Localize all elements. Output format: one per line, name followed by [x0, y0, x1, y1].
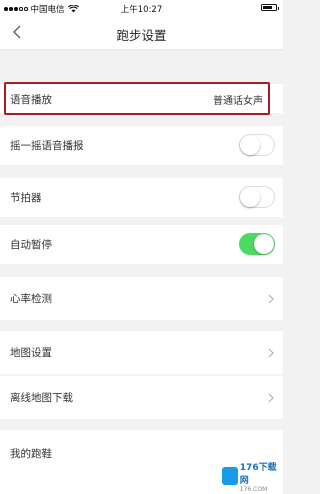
status-bar: 中国电信 上午10:27: [0, 0, 283, 16]
watermark-text-group: 176下载网 176.COM: [240, 460, 280, 493]
map-settings-row[interactable]: 地图设置: [0, 331, 283, 374]
heart-rate-label: 心率检测: [10, 293, 52, 305]
nav-bar: 跑步设置: [0, 16, 283, 50]
chevron-right-icon: [268, 294, 274, 304]
my-shoes-label: 我的跑鞋: [10, 448, 52, 460]
auto-pause-row: 自动暂停: [0, 225, 283, 264]
chevron-right-icon: [268, 348, 274, 358]
shake-voice-toggle[interactable]: [239, 134, 275, 156]
heart-rate-row[interactable]: 心率检测: [0, 277, 283, 320]
offline-map-row[interactable]: 离线地图下载: [0, 376, 283, 419]
toggle-knob: [240, 135, 260, 155]
toggle-knob: [240, 187, 260, 207]
watermark-text: 176下载网: [239, 462, 277, 486]
metronome-label: 节拍器: [10, 192, 42, 204]
chevron-right-icon: [268, 393, 274, 403]
battery-fill: [263, 6, 272, 9]
page-title: 跑步设置: [116, 28, 167, 43]
shake-voice-row: 摇一摇语音播报: [0, 126, 283, 165]
shake-voice-label: 摇一摇语音播报: [10, 140, 84, 152]
battery-icon: [261, 4, 279, 11]
watermark: 176下载网 176.COM: [222, 463, 280, 493]
highlight-box: [4, 82, 270, 115]
metronome-row: 节拍器: [0, 178, 283, 217]
map-settings-label: 地图设置: [10, 347, 52, 359]
offline-map-label: 离线地图下载: [10, 392, 73, 404]
toggle-knob: [254, 234, 274, 254]
auto-pause-label: 自动暂停: [10, 239, 52, 251]
status-time: 上午10:27: [120, 5, 163, 15]
metronome-toggle[interactable]: [239, 186, 275, 208]
watermark-logo-icon: [222, 467, 238, 485]
watermark-sub: 176.COM: [239, 485, 268, 493]
auto-pause-toggle[interactable]: [239, 233, 275, 255]
